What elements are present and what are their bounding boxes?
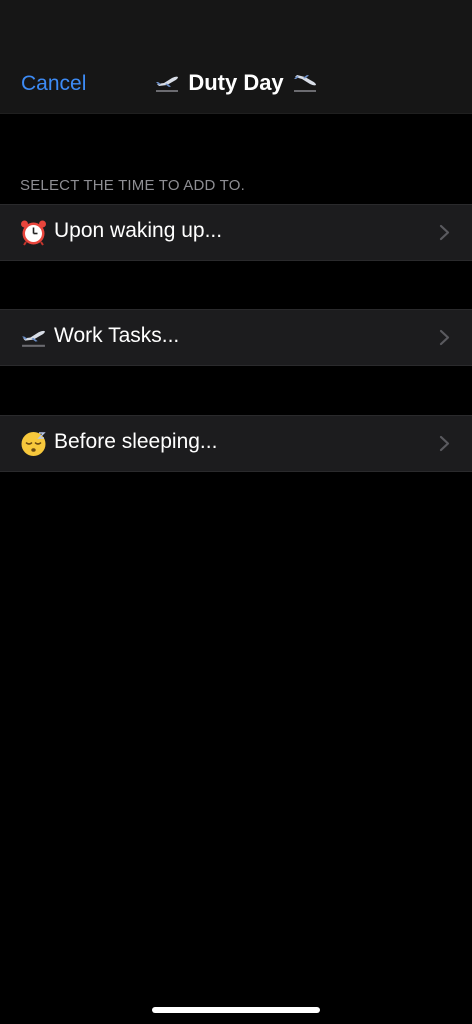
list-item-work-tasks[interactable]: Work Tasks...: [0, 309, 472, 366]
section-header: SELECT THE TIME TO ADD TO.: [20, 177, 245, 194]
list-item-upon-waking-up[interactable]: Upon waking up...: [0, 204, 472, 261]
chevron-right-icon: [439, 329, 450, 346]
airplane-departure-icon: [20, 324, 47, 351]
chevron-right-icon: [439, 435, 450, 452]
sleeping-face-icon: [20, 430, 47, 457]
home-indicator[interactable]: [152, 1007, 320, 1013]
list-item-before-sleeping[interactable]: Before sleeping...: [0, 415, 472, 472]
list-item-label: Upon waking up...: [54, 219, 223, 242]
airplane-departure-icon: [154, 71, 180, 95]
airplane-arrival-icon: [292, 71, 318, 95]
alarm-clock-icon: [20, 219, 47, 246]
page-title-text: Duty Day: [188, 70, 284, 95]
chevron-right-icon: [439, 224, 450, 241]
list-item-label: Before sleeping...: [54, 430, 218, 453]
navigation-bar: Cancel Duty Day: [0, 0, 472, 114]
page-title: Duty Day: [0, 70, 472, 96]
list-item-label: Work Tasks...: [54, 324, 180, 347]
